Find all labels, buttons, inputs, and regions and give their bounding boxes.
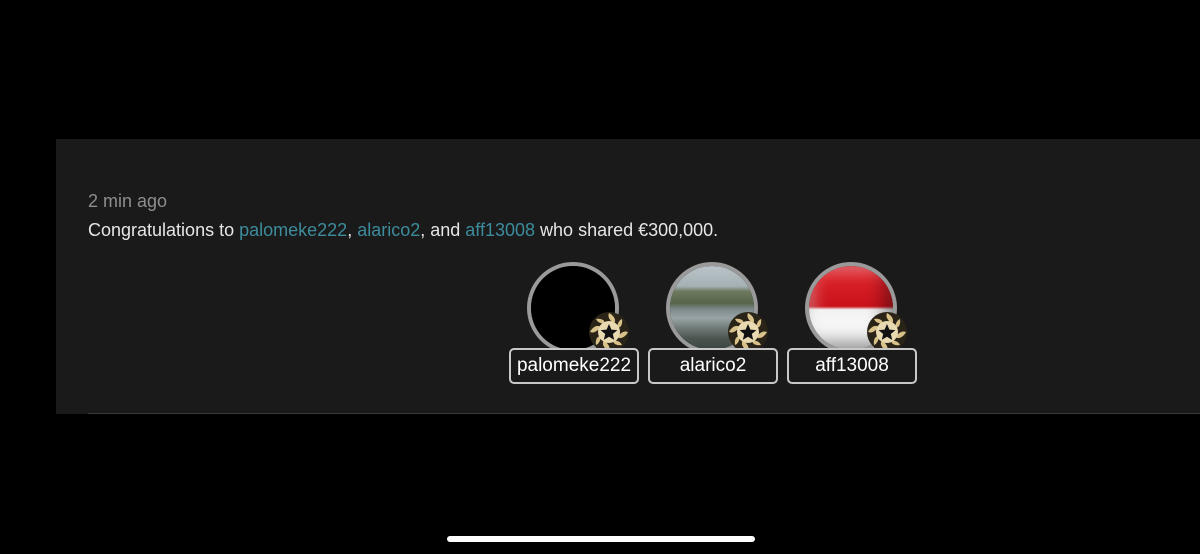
message-separator: , and <box>420 220 466 240</box>
page: 2 min ago Congratulations to palomeke222… <box>0 0 1200 554</box>
congratulations-message: Congratulations to palomeke222, alarico2… <box>88 219 718 241</box>
name-tag-aff13008[interactable]: aff13008 <box>787 348 917 384</box>
name-tag-palomeke222[interactable]: palomeke222 <box>509 348 639 384</box>
timestamp: 2 min ago <box>88 191 168 211</box>
name-tag-alarico2[interactable]: alarico2 <box>648 348 778 384</box>
winner-card-palomeke222[interactable]: palomeke222 <box>509 262 639 386</box>
winner-card-aff13008[interactable]: aff13008 <box>787 262 917 386</box>
user-link-palomeke222[interactable]: palomeke222 <box>239 220 347 240</box>
user-link-aff13008[interactable]: aff13008 <box>465 220 535 240</box>
user-link-alarico2[interactable]: alarico2 <box>357 220 420 240</box>
message-suffix: who shared €300,000. <box>535 220 719 240</box>
home-indicator[interactable] <box>447 536 755 542</box>
winner-card-alarico2[interactable]: alarico2 <box>648 262 778 386</box>
card-divider <box>88 413 1200 414</box>
message-prefix: Congratulations to <box>88 220 240 240</box>
message-separator: , <box>347 220 358 240</box>
